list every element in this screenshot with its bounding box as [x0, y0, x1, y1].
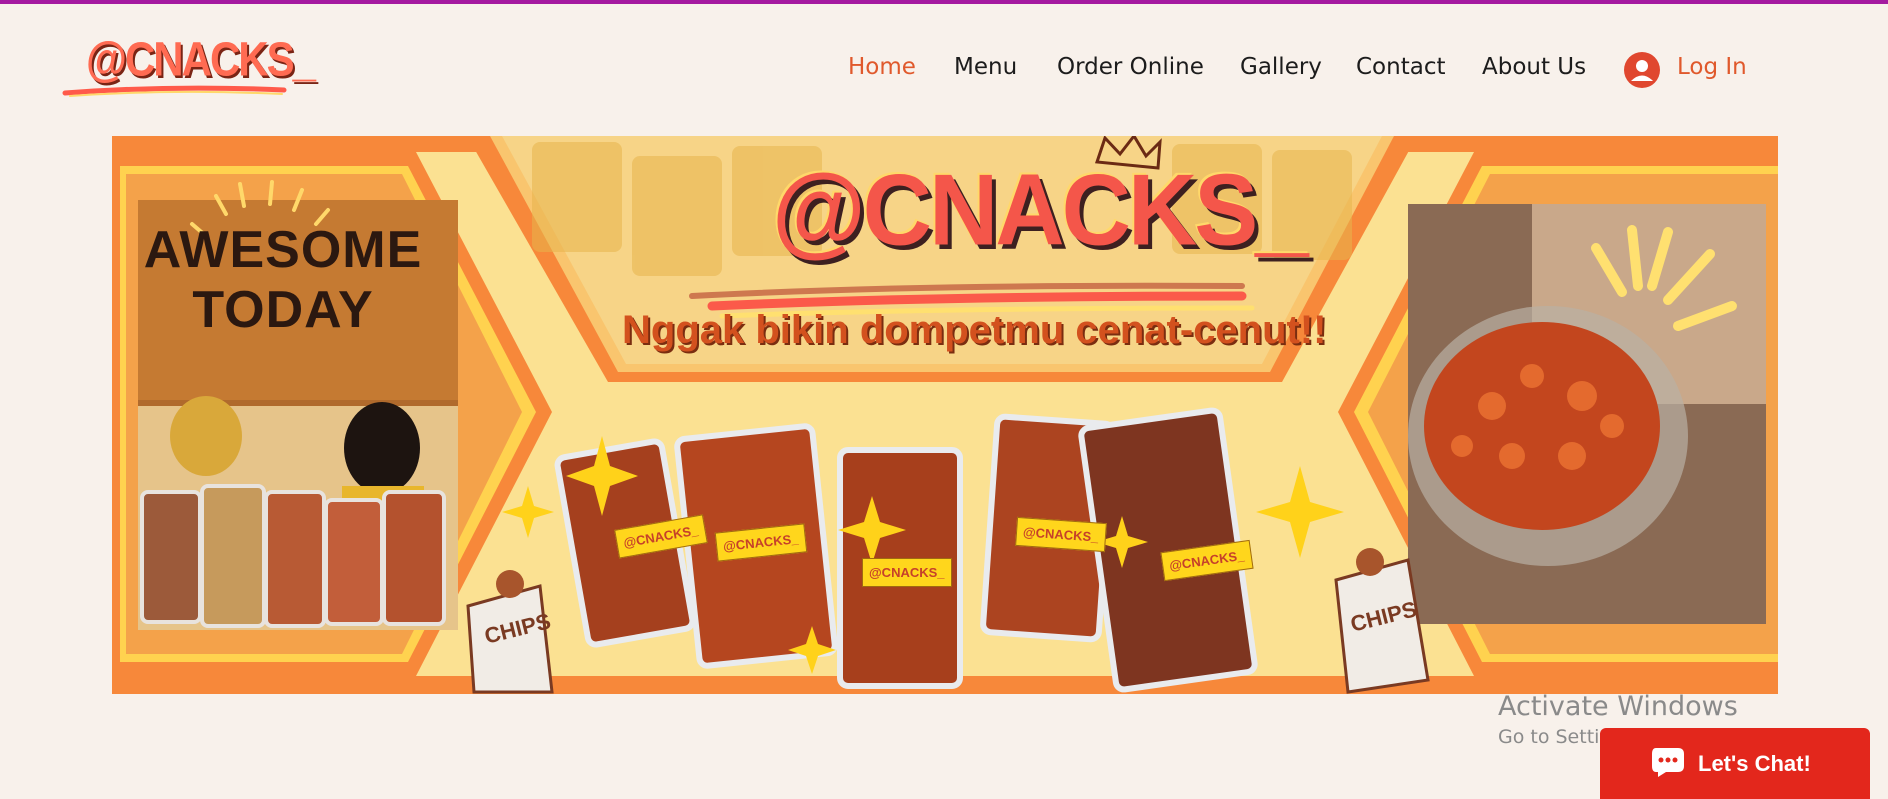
chat-widget-button[interactable]: Let's Chat!	[1600, 728, 1870, 799]
logo-underline	[62, 85, 287, 97]
nav-contact[interactable]: Contact	[1356, 54, 1445, 80]
hero-banner: @CNACKS_ Nggak bikin dompetmu cenat-cenu…	[112, 136, 1778, 694]
chat-label: Let's Chat!	[1698, 751, 1811, 776]
user-avatar-icon	[1624, 52, 1660, 88]
site-logo[interactable]: @CNACKS_	[62, 28, 316, 98]
nav-about-us[interactable]: About Us	[1482, 54, 1586, 80]
chat-bubble-icon	[1652, 748, 1684, 777]
bag-label: @CNACKS_	[1015, 516, 1107, 553]
banner-tagline: Nggak bikin dompetmu cenat-cenut!!	[622, 308, 1327, 352]
nav-menu[interactable]: Menu	[954, 54, 1017, 80]
photo-sign-line1: AWESOME	[143, 221, 423, 279]
bag-label: @CNACKS_	[862, 558, 952, 587]
top-accent-bar	[0, 0, 1888, 4]
login-label: Log In	[1677, 54, 1747, 80]
logo-text: @CNACKS_	[86, 32, 316, 87]
nav-order-online[interactable]: Order Online	[1057, 54, 1204, 80]
watermark-title: Activate Windows	[1498, 691, 1738, 722]
photo-sign-line2: TODAY	[192, 281, 374, 339]
nav-home[interactable]: Home	[848, 54, 916, 80]
banner-brand-title: @CNACKS_	[772, 154, 1309, 267]
nav-gallery[interactable]: Gallery	[1240, 54, 1322, 80]
photo-sign-text: AWESOME TODAY	[138, 220, 428, 340]
